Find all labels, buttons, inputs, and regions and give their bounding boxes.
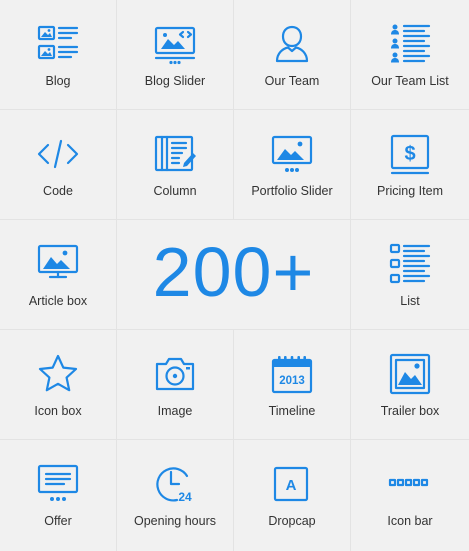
element-label: Blog	[45, 74, 71, 88]
element-label: Code	[43, 184, 73, 198]
monitor-image-icon	[36, 242, 80, 286]
elements-count-highlight: 200+	[117, 220, 351, 330]
element-label: Pricing Item	[377, 184, 443, 198]
clock-icon: 24	[153, 462, 197, 506]
code-icon	[36, 132, 80, 176]
element-label: Timeline	[268, 404, 316, 418]
column-icon	[153, 132, 197, 176]
element-column[interactable]: Column	[117, 110, 234, 220]
person-icon	[270, 22, 314, 66]
element-image[interactable]: Image	[117, 330, 234, 440]
clock-hours-text: 24	[178, 490, 192, 504]
element-blog[interactable]: Blog	[0, 0, 117, 110]
dollar-icon: $	[388, 132, 432, 176]
element-pricing-item[interactable]: $ Pricing Item	[351, 110, 469, 220]
calendar-year: 2013	[279, 375, 305, 387]
element-article-box[interactable]: Article box	[0, 220, 117, 330]
element-label: List	[400, 294, 420, 308]
element-list[interactable]: List	[351, 220, 469, 330]
element-icon-bar[interactable]: Icon bar	[351, 440, 469, 551]
element-label: Offer	[44, 514, 72, 528]
element-trailer-box[interactable]: Trailer box	[351, 330, 469, 440]
element-label: Our Team	[264, 74, 320, 88]
elements-count: 200+	[152, 232, 315, 311]
element-label: Article box	[28, 294, 88, 308]
team-list-icon	[388, 22, 432, 66]
element-label: Dropcap	[268, 514, 316, 528]
blog-slider-icon	[153, 22, 197, 66]
camera-icon	[153, 352, 197, 396]
element-opening-hours[interactable]: 24 Opening hours	[117, 440, 234, 551]
element-label: Icon bar	[387, 514, 433, 528]
blog-icon	[36, 22, 80, 66]
element-offer[interactable]: Offer	[0, 440, 117, 551]
element-label: Our Team List	[371, 74, 449, 88]
portfolio-slider-icon	[270, 132, 314, 176]
element-label: Icon box	[34, 404, 82, 418]
element-blog-slider[interactable]: Blog Slider	[117, 0, 234, 110]
element-label: Portfolio Slider	[251, 184, 333, 198]
element-icon-box[interactable]: Icon box	[0, 330, 117, 440]
element-timeline[interactable]: 2013 Timeline	[234, 330, 351, 440]
star-icon	[36, 352, 80, 396]
element-our-team[interactable]: Our Team	[234, 0, 351, 110]
element-label: Column	[153, 184, 197, 198]
element-our-team-list[interactable]: Our Team List	[351, 0, 469, 110]
element-label: Opening hours	[133, 514, 216, 528]
dropcap-icon: A	[270, 462, 314, 506]
calendar-icon: 2013	[270, 352, 314, 396]
dropcap-letter: A	[286, 477, 297, 494]
svg-text:$: $	[404, 143, 415, 165]
element-code[interactable]: Code	[0, 110, 117, 220]
element-dropcap[interactable]: A Dropcap	[234, 440, 351, 551]
elements-grid: Blog Blog Slider Our Team Our Team List …	[0, 0, 469, 551]
element-portfolio-slider[interactable]: Portfolio Slider	[234, 110, 351, 220]
offer-slides-icon	[36, 462, 80, 506]
list-icon	[388, 242, 432, 286]
element-label: Blog Slider	[144, 74, 206, 88]
icon-bar-icon	[388, 462, 432, 506]
element-label: Trailer box	[380, 404, 440, 418]
image-frame-icon	[388, 352, 432, 396]
element-label: Image	[157, 404, 193, 418]
